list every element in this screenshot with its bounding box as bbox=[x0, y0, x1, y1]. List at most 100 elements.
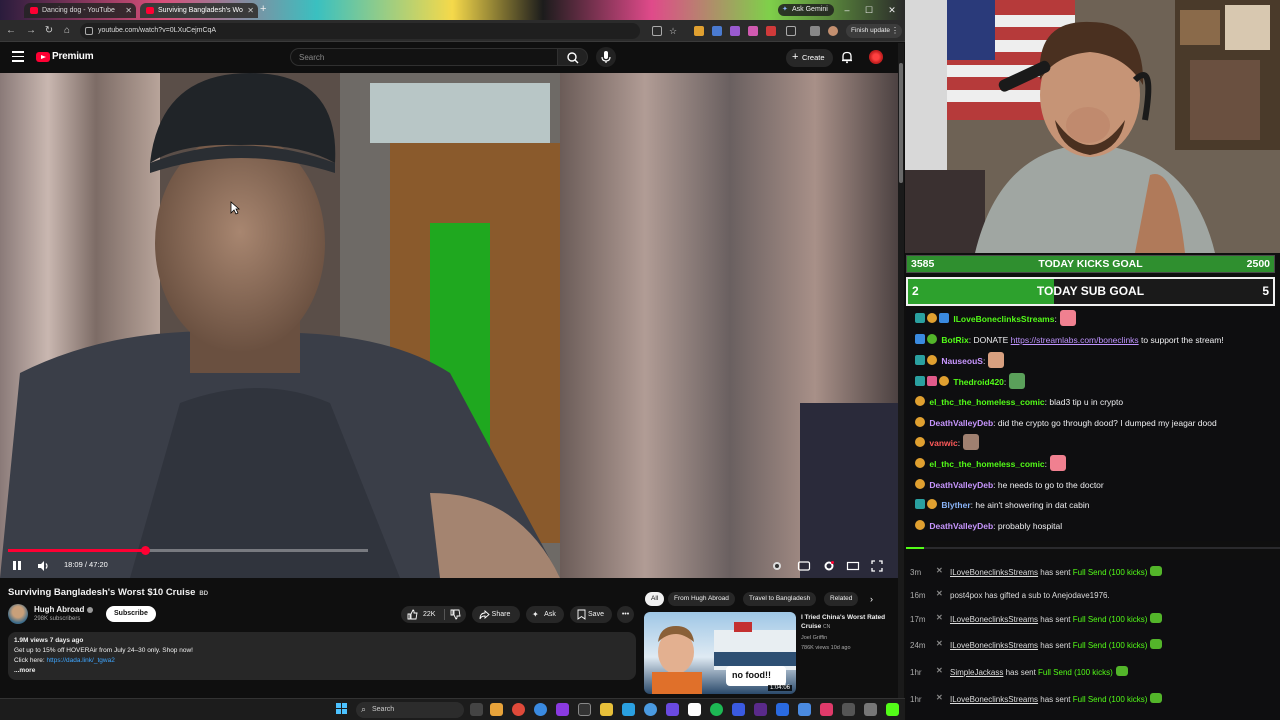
dislike-icon[interactable] bbox=[450, 609, 461, 620]
edge-icon[interactable] bbox=[534, 703, 547, 716]
chat-username[interactable]: Thedroid420 bbox=[953, 377, 1004, 387]
close-tab-icon[interactable]: ✕ bbox=[125, 3, 132, 18]
chat-username[interactable]: ILoveBoneclinksStreams bbox=[953, 314, 1054, 324]
extension-icon[interactable] bbox=[748, 26, 758, 36]
spotify-icon[interactable] bbox=[710, 703, 723, 716]
search-button[interactable] bbox=[558, 48, 588, 66]
channel-name[interactable]: Hugh Abroad bbox=[34, 605, 94, 614]
event-target[interactable]: Anejodave1976. bbox=[1052, 591, 1110, 600]
fullscreen-icon[interactable] bbox=[870, 559, 884, 573]
task-view-icon[interactable] bbox=[470, 703, 483, 716]
chip-related[interactable]: Related bbox=[824, 592, 859, 606]
related-title-text[interactable]: I Tried China's Worst Rated Cruise bbox=[801, 614, 885, 630]
app-icon[interactable] bbox=[820, 703, 833, 716]
telegram-icon[interactable] bbox=[622, 703, 635, 716]
chat-username[interactable]: NauseouS bbox=[941, 356, 983, 366]
close-tab-icon[interactable]: ✕ bbox=[247, 3, 254, 18]
chat-username[interactable]: Blyther bbox=[941, 500, 970, 510]
youtube-logo-icon[interactable] bbox=[36, 52, 50, 62]
kick-icon[interactable] bbox=[886, 703, 899, 716]
more-actions-icon[interactable]: ••• bbox=[617, 606, 634, 623]
settings-gear-icon[interactable] bbox=[822, 559, 836, 573]
description-more[interactable]: ...more bbox=[14, 666, 630, 676]
related-video-title[interactable]: I Tried China's Worst Rated Cruise CN bbox=[801, 613, 893, 632]
youtube-premium-label[interactable]: Premium bbox=[52, 51, 94, 62]
tab-surviving-bangladesh[interactable]: Surviving Bangladesh's Wo ✕ bbox=[140, 3, 258, 18]
voice-search-button[interactable] bbox=[596, 47, 616, 67]
share-button[interactable]: Share bbox=[472, 606, 520, 623]
reload-icon[interactable]: ↻ bbox=[42, 24, 56, 38]
save-button[interactable]: Save bbox=[570, 606, 612, 623]
profile-avatar[interactable] bbox=[828, 26, 838, 36]
channel-name-text[interactable]: Hugh Abroad bbox=[34, 605, 84, 614]
ask-gemini-button[interactable]: Ask Gemini bbox=[778, 4, 834, 16]
account-avatar[interactable] bbox=[869, 50, 883, 64]
app-icon[interactable] bbox=[556, 703, 569, 716]
site-info-icon[interactable] bbox=[85, 27, 93, 35]
extension-icon[interactable] bbox=[712, 26, 722, 36]
chat-username[interactable]: el_thc_the_homeless_comic bbox=[929, 459, 1044, 469]
chip-all[interactable]: All bbox=[645, 592, 665, 606]
app-icon[interactable] bbox=[798, 703, 811, 716]
related-video-thumbnail[interactable]: no food!! 1:04:06 bbox=[644, 612, 796, 694]
scroll-thumb[interactable] bbox=[899, 63, 903, 183]
channel-avatar[interactable] bbox=[8, 604, 28, 624]
notifications-bell-icon[interactable] bbox=[840, 50, 854, 64]
close-window-icon[interactable]: ✕ bbox=[883, 3, 901, 17]
chat-username[interactable]: BotRix bbox=[941, 335, 968, 345]
app-icon[interactable] bbox=[688, 703, 701, 716]
create-button[interactable]: Create bbox=[786, 48, 833, 67]
premiere-icon[interactable] bbox=[754, 703, 767, 716]
ask-button[interactable]: ✦ Ask bbox=[526, 606, 564, 623]
address-bar[interactable]: youtube.com/watch?v=0LXuCejmCqA bbox=[80, 23, 640, 39]
like-icon[interactable] bbox=[407, 609, 418, 620]
description-link[interactable]: https://dada.link/_tgwa2 bbox=[47, 657, 115, 664]
profile-menu-icon[interactable] bbox=[810, 26, 820, 36]
chevron-right-icon[interactable]: › bbox=[870, 592, 873, 606]
captions-icon[interactable] bbox=[797, 559, 811, 573]
forward-icon[interactable]: → bbox=[24, 24, 38, 38]
event-user[interactable]: SimpleJackass bbox=[950, 668, 1003, 677]
folder-icon[interactable] bbox=[600, 703, 613, 716]
event-user[interactable]: ILoveBoneclinksStreams bbox=[950, 615, 1038, 624]
install-app-icon[interactable] bbox=[652, 26, 662, 36]
menu-icon[interactable] bbox=[12, 51, 24, 63]
description-box[interactable]: 1.9M views 7 days ago Get up to 15% off … bbox=[8, 632, 636, 680]
app-icon[interactable] bbox=[776, 703, 789, 716]
pause-icon[interactable] bbox=[10, 559, 24, 573]
file-explorer-icon[interactable] bbox=[490, 703, 503, 716]
chip-travel-bangladesh[interactable]: Travel to Bangladesh bbox=[743, 592, 817, 606]
related-video-channel[interactable]: Joel Griffin bbox=[801, 635, 827, 641]
home-icon[interactable]: ⌂ bbox=[60, 24, 74, 38]
app-icon[interactable] bbox=[732, 703, 745, 716]
page-scrollbar[interactable] bbox=[898, 43, 904, 698]
finish-update-button[interactable]: Finish update bbox=[846, 24, 903, 38]
event-user[interactable]: ILoveBoneclinksStreams bbox=[950, 695, 1038, 704]
back-icon[interactable]: ← bbox=[4, 24, 18, 38]
minimize-icon[interactable]: – bbox=[838, 3, 856, 17]
search-input[interactable] bbox=[299, 49, 539, 65]
chat-username[interactable]: DeathValleyDeb bbox=[929, 521, 993, 531]
chat-username[interactable]: el_thc_the_homeless_comic bbox=[929, 397, 1044, 407]
extension-icon[interactable] bbox=[694, 26, 704, 36]
volume-icon[interactable] bbox=[36, 559, 50, 573]
theater-mode-icon[interactable] bbox=[846, 559, 860, 573]
bookmark-star-icon[interactable]: ☆ bbox=[669, 26, 679, 36]
chat-link[interactable]: https://streamlabs.com/boneclinks bbox=[1011, 335, 1139, 345]
autoplay-toggle-icon[interactable] bbox=[770, 559, 784, 573]
app-icon[interactable] bbox=[666, 703, 679, 716]
tab-dancing-dog[interactable]: Dancing dog - YouTube ✕ bbox=[24, 3, 136, 18]
video-player[interactable]: 18:09 / 47:20 bbox=[0, 73, 900, 578]
chrome-icon[interactable] bbox=[512, 703, 525, 716]
subscribe-button[interactable]: Subscribe bbox=[106, 606, 156, 622]
event-user[interactable]: post4pox bbox=[950, 591, 982, 600]
chat-username[interactable]: DeathValleyDeb bbox=[929, 418, 993, 428]
extension-icon[interactable] bbox=[766, 26, 776, 36]
app-icon[interactable] bbox=[644, 703, 657, 716]
extension-icon[interactable] bbox=[730, 26, 740, 36]
like-count[interactable]: 22K bbox=[423, 606, 435, 623]
chat-username[interactable]: vanwic bbox=[929, 438, 957, 448]
app-icon[interactable] bbox=[842, 703, 855, 716]
chat-username[interactable]: DeathValleyDeb bbox=[929, 480, 993, 490]
extensions-puzzle-icon[interactable] bbox=[786, 26, 796, 36]
